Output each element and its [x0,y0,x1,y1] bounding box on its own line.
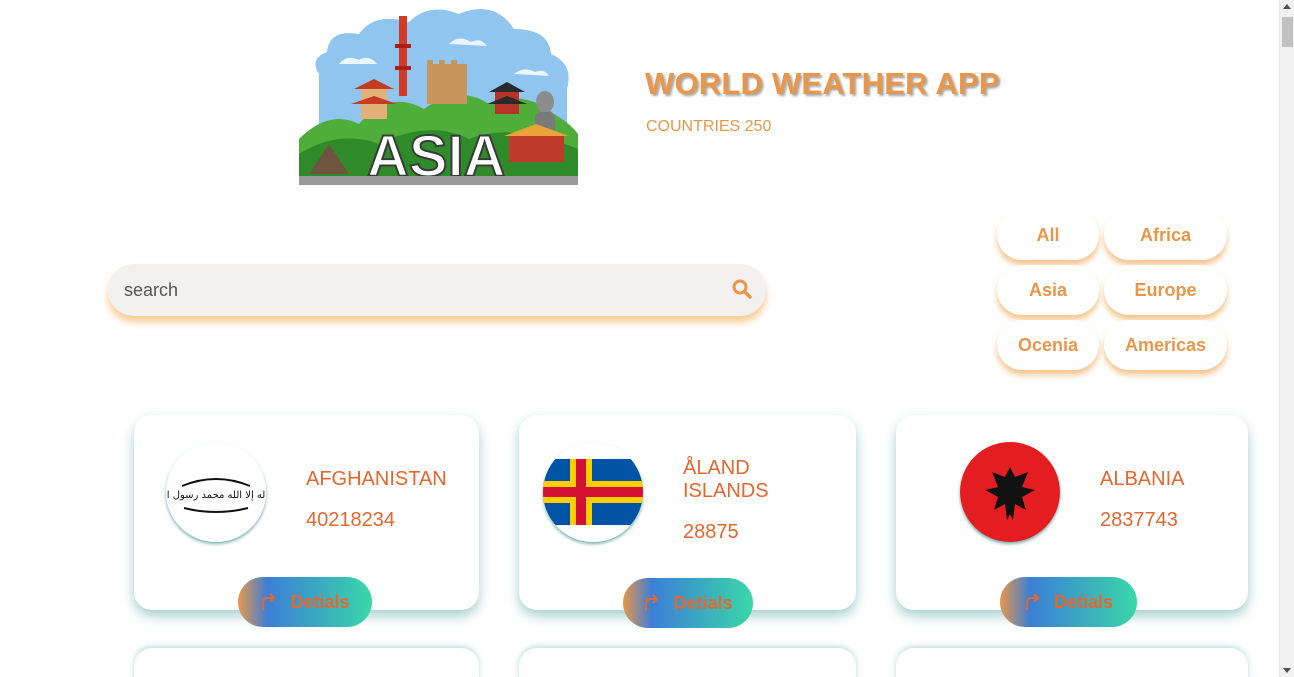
country-card-partial [519,648,856,677]
country-flag-afghanistan: لا إله إلا الله محمد رسول الله [166,442,266,542]
details-button[interactable]: Detials [623,578,753,628]
country-flag-aland-islands [543,442,643,542]
country-name: ÅLAND ISLANDS [683,457,769,502]
vertical-scrollbar[interactable] [1279,0,1294,677]
redo-arrow-icon [1025,593,1040,610]
country-flag-albania [960,442,1060,542]
scroll-up-arrow-icon[interactable] [1283,4,1291,9]
scroll-down-arrow-icon[interactable] [1283,668,1291,673]
hero-asia-text: ASIA [367,124,506,185]
country-population: 2837743 [1100,509,1178,531]
details-button-label: Detials [290,591,350,612]
details-button-label: Detials [1053,591,1114,612]
app-title: WORLD WEATHER APP [645,66,1000,101]
filter-ocenia-button[interactable]: Ocenia [997,320,1099,370]
filter-asia-button[interactable]: Asia [997,265,1099,315]
filter-americas-button[interactable]: Americas [1104,320,1227,370]
redo-arrow-icon [262,593,276,610]
redo-arrow-icon [645,594,659,611]
search-bar [108,264,766,316]
asia-hero-illustration: ASIA [299,4,578,185]
search-input[interactable] [108,264,708,316]
details-button[interactable]: Detials [238,577,372,627]
country-population: 28875 [683,521,739,543]
country-card-partial [134,648,479,677]
filter-africa-button[interactable]: Africa [1104,210,1227,260]
countries-count: COUNTRIES 250 [646,118,772,135]
filter-europe-button[interactable]: Europe [1104,265,1227,315]
country-population: 40218234 [306,509,395,531]
page: ASIA WORLD WEATHER APP COUNTRIES 250 All… [0,0,1294,677]
filter-all-button[interactable]: All [997,210,1099,260]
details-button[interactable]: Detials [1000,577,1137,627]
country-card-partial [896,648,1248,677]
country-name: AFGHANISTAN [306,468,447,490]
flag-shahada-text: لا إله إلا الله محمد رسول الله [166,490,266,501]
details-button-label: Detials [673,592,733,613]
country-name: ALBANIA [1100,468,1185,490]
scrollbar-thumb[interactable] [1282,17,1293,47]
search-icon[interactable] [732,279,752,299]
